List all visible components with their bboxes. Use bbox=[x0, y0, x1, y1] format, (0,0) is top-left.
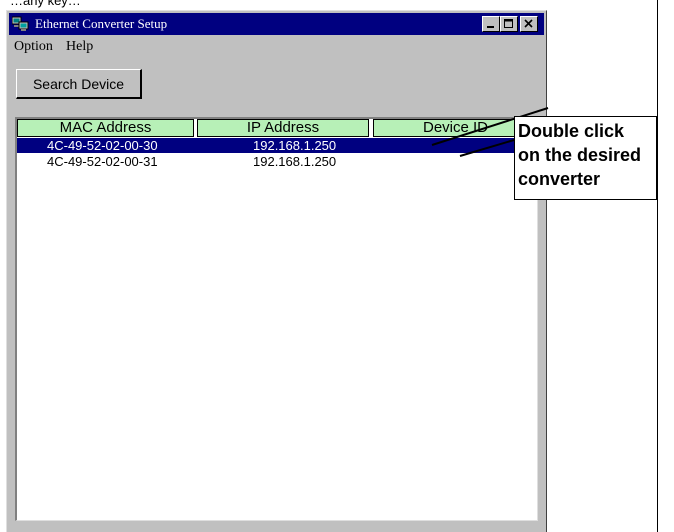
menu-option[interactable]: Option bbox=[14, 39, 53, 55]
menu-bar: Option Help bbox=[9, 37, 544, 57]
page-fragment-text: …any key… bbox=[10, 0, 81, 8]
instruction-callout: Double click on the desired converter bbox=[514, 116, 657, 200]
list-row[interactable]: 4C-49-52-02-00-31 192.168.1.250 bbox=[17, 154, 536, 169]
device-list[interactable]: MAC Address IP Address Device ID 4C-49-5… bbox=[15, 117, 538, 521]
maximize-button[interactable] bbox=[500, 16, 518, 32]
close-button[interactable] bbox=[520, 16, 538, 32]
page-rule bbox=[657, 0, 658, 532]
maximize-icon bbox=[504, 19, 513, 28]
title-bar[interactable]: Ethernet Converter Setup bbox=[9, 13, 544, 35]
minimize-icon bbox=[487, 26, 494, 28]
menu-help[interactable]: Help bbox=[66, 39, 93, 55]
callout-line-3: converter bbox=[518, 169, 601, 189]
cell-ip: 192.168.1.250 bbox=[253, 138, 337, 153]
app-window: Ethernet Converter Setup Option Help Sea… bbox=[6, 10, 547, 532]
search-device-button[interactable]: Search Device bbox=[16, 69, 142, 99]
callout-line-2: on the desired bbox=[518, 145, 642, 165]
minimize-button[interactable] bbox=[482, 16, 500, 32]
list-row-selected[interactable]: 4C-49-52-02-00-30 192.168.1.250 bbox=[17, 138, 536, 153]
cell-mac: 4C-49-52-02-00-30 bbox=[47, 138, 158, 153]
column-header-mac[interactable]: MAC Address bbox=[17, 119, 194, 137]
window-title: Ethernet Converter Setup bbox=[35, 16, 168, 31]
cell-mac: 4C-49-52-02-00-31 bbox=[47, 154, 158, 169]
callout-line-1: Double click bbox=[518, 121, 625, 141]
column-header-ip[interactable]: IP Address bbox=[197, 119, 369, 137]
close-icon bbox=[524, 19, 533, 28]
network-computers-icon bbox=[12, 16, 29, 31]
cell-ip: 192.168.1.250 bbox=[253, 154, 337, 169]
